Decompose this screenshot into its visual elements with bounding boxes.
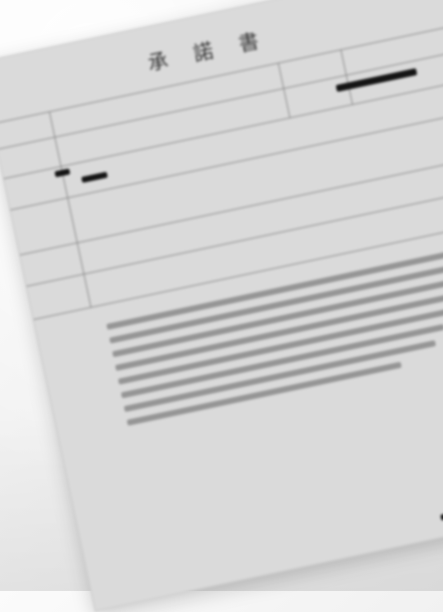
table-line-5 <box>26 188 443 287</box>
table-col-2 <box>277 62 291 118</box>
table-col-3 <box>340 49 353 105</box>
body-line-7 <box>123 340 437 413</box>
table-col-1 <box>48 111 92 307</box>
table-line-header <box>0 51 443 150</box>
table-line-4 <box>19 156 443 256</box>
redaction-bar-3 <box>81 171 108 183</box>
table-line-3 <box>10 111 443 211</box>
